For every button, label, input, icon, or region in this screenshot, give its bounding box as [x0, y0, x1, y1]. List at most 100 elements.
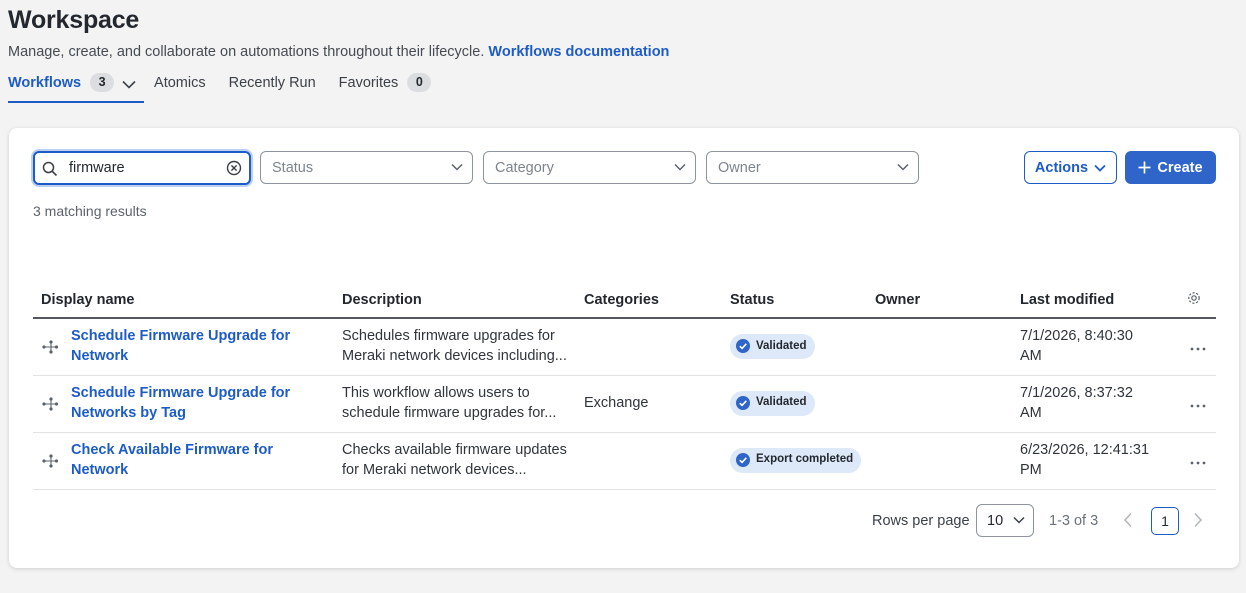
desc-line: for Meraki network devices... — [342, 461, 527, 478]
chevron-down-icon — [1013, 516, 1025, 524]
owner-cell — [867, 432, 1012, 490]
tab-label: Favorites — [338, 74, 399, 91]
check-circle-icon — [736, 339, 750, 354]
tab-workflows[interactable]: Workflows 3 — [8, 70, 145, 103]
name-line: Networks by Tag — [71, 404, 186, 421]
column-header-description[interactable]: Description — [334, 283, 576, 319]
column-header-last-modified[interactable]: Last modified — [1012, 283, 1172, 319]
page-number-button[interactable]: 1 — [1151, 507, 1179, 535]
name-line: Network — [71, 461, 129, 478]
search-icon — [42, 161, 58, 177]
rows-per-page-value: 10 — [987, 513, 1004, 529]
description-cell: Schedules firmware upgrades for Meraki ne… — [334, 318, 576, 376]
more-horizontal-icon[interactable] — [1190, 404, 1206, 408]
row-more-menu[interactable] — [1172, 318, 1216, 376]
name-line: Network — [71, 347, 129, 364]
workflows-tab-dropdown[interactable] — [114, 72, 144, 97]
workflows-documentation-link[interactable]: Workflows documentation — [488, 44, 669, 60]
workflow-icon — [41, 339, 71, 355]
name-line: Check Available Firmware for — [71, 442, 274, 458]
desc-line: schedule firmware upgrades for... — [342, 404, 557, 421]
name-line: Schedule Firmware Upgrade for — [71, 385, 291, 401]
owner-filter-placeholder: Owner — [718, 160, 761, 176]
chevron-right-icon[interactable] — [1193, 512, 1203, 528]
desc-line: Schedules firmware upgrades for — [342, 328, 555, 345]
check-circle-icon — [736, 396, 750, 410]
workflows-table: Display name Description Categories Stat… — [33, 283, 1216, 490]
search-input[interactable] — [67, 158, 222, 178]
column-settings[interactable] — [1172, 283, 1216, 319]
status-cell: Validated — [722, 318, 867, 376]
display-name-cell: Schedule Firmware Upgrade for Network — [41, 327, 334, 366]
results-count: 3 matching results — [33, 203, 147, 219]
workflow-icon — [41, 396, 71, 412]
more-horizontal-icon[interactable] — [1190, 461, 1206, 465]
workflow-name-link[interactable]: Schedule Firmware Upgrade for Network — [71, 327, 290, 366]
status-cell: Export completed — [722, 432, 867, 490]
name-line: Schedule Firmware Upgrade for — [71, 328, 291, 345]
display-name-cell: Schedule Firmware Upgrade for Networks by… — [41, 384, 334, 423]
owner-cell — [867, 318, 1012, 376]
subtitle-text: Manage, create, and collaborate on autom… — [8, 44, 485, 60]
status-filter-select[interactable]: Status — [260, 151, 473, 184]
desc-line: Checks available firmware updates — [342, 442, 567, 458]
status-filter-placeholder: Status — [272, 160, 314, 176]
plus-icon — [1138, 161, 1151, 174]
chevron-down-icon — [122, 80, 136, 89]
category-filter-placeholder: Category — [495, 160, 554, 176]
tab-count-badge: 0 — [407, 73, 432, 92]
workflow-name-link[interactable]: Schedule Firmware Upgrade for Networks by… — [71, 384, 290, 423]
desc-line: Meraki network devices including... — [342, 347, 567, 364]
desc-line: This workflow allows users to — [342, 385, 530, 401]
create-button-label: Create — [1157, 159, 1203, 176]
chevron-down-icon — [674, 163, 686, 171]
page-title: Workspace — [8, 6, 140, 34]
status-badge: Export completed — [730, 447, 862, 473]
modified-line: AM — [1020, 347, 1042, 364]
column-header-owner[interactable]: Owner — [867, 283, 1012, 319]
workflow-icon — [41, 453, 71, 469]
description-cell: This workflow allows users to schedule fi… — [334, 375, 576, 433]
rows-per-page-label: Rows per page — [872, 513, 970, 529]
last-modified-cell: 7/1/2026, 8:37:32 AM — [1012, 375, 1172, 433]
last-modified-cell: 7/1/2026, 8:40:30 AM — [1012, 318, 1172, 376]
owner-filter-select[interactable]: Owner — [706, 151, 919, 184]
page-subtitle: Manage, create, and collaborate on autom… — [8, 44, 669, 60]
description-cell: Checks available firmware updates for Mer… — [334, 432, 576, 490]
tab-favorites[interactable]: Favorites 0 — [339, 70, 432, 95]
chevron-left-icon[interactable] — [1123, 512, 1133, 528]
tab-atomics[interactable]: Atomics — [154, 70, 206, 95]
modified-line: PM — [1020, 461, 1042, 478]
tab-recently-run[interactable]: Recently Run — [229, 70, 316, 95]
more-horizontal-icon[interactable] — [1190, 347, 1206, 351]
row-more-menu[interactable] — [1172, 375, 1216, 433]
actions-button[interactable]: Actions — [1024, 151, 1117, 184]
workflow-name-link[interactable]: Check Available Firmware for Network — [71, 441, 273, 480]
category-filter-select[interactable]: Category — [483, 151, 696, 184]
table-row[interactable]: Check Available Firmware for Network Chec… — [33, 432, 1216, 490]
table-row[interactable]: Schedule Firmware Upgrade for Networks by… — [33, 375, 1216, 433]
workspace-tabs: Workflows 3 Atomics Recently Run Favorit… — [8, 70, 454, 103]
tab-label: Atomics — [154, 74, 206, 91]
workflows-card: Status Category Owner Actions Create 3 m… — [9, 128, 1239, 568]
gear-icon[interactable] — [1187, 291, 1201, 305]
rows-per-page-select[interactable]: 10 — [976, 504, 1034, 537]
column-header-display-name[interactable]: Display name — [33, 283, 334, 319]
status-badge: Validated — [730, 390, 815, 416]
modified-line: 7/1/2026, 8:37:32 — [1020, 385, 1133, 401]
chevron-down-icon — [451, 163, 463, 171]
table-row[interactable]: Schedule Firmware Upgrade for Network Sch… — [33, 318, 1216, 376]
tab-label: Workflows — [8, 74, 82, 91]
pagination-range: 1-3 of 3 — [1049, 513, 1099, 529]
search-box — [33, 151, 251, 185]
check-circle-icon — [736, 453, 750, 467]
column-header-categories[interactable]: Categories — [576, 283, 722, 319]
status-text: Validated — [756, 396, 807, 409]
clear-search-icon[interactable] — [226, 160, 242, 176]
display-name-cell: Check Available Firmware for Network — [41, 441, 334, 480]
create-button[interactable]: Create — [1125, 151, 1216, 184]
row-more-menu[interactable] — [1172, 432, 1216, 490]
modified-line: AM — [1020, 404, 1042, 421]
chevron-down-icon — [897, 163, 909, 171]
column-header-status[interactable]: Status — [722, 283, 867, 319]
